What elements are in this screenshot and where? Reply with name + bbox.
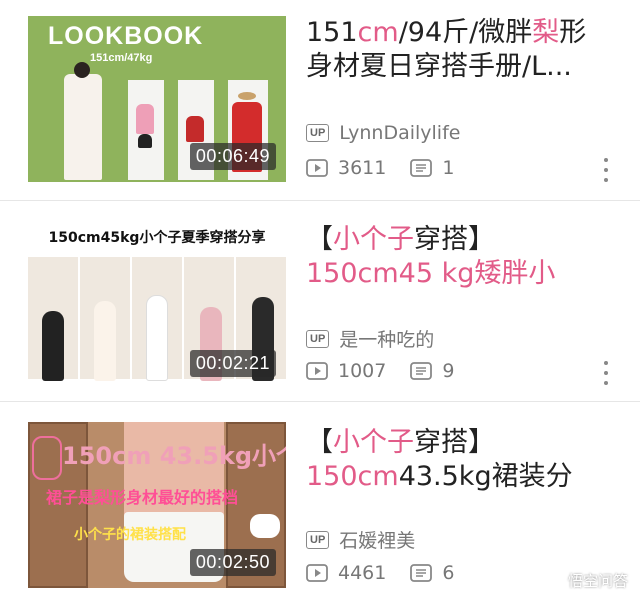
title-highlight: 小个子: [333, 224, 414, 255]
title-text: 【: [306, 224, 333, 255]
comment-count: 1: [410, 157, 454, 179]
comment-count-value: 6: [442, 562, 455, 584]
model-figure: [186, 116, 204, 142]
play-count: 1007: [306, 360, 386, 382]
video-title[interactable]: 【小个子穿搭】150cm45 kg矮胖小个...: [306, 223, 606, 291]
video-stats: 4461 6: [306, 562, 478, 584]
title-highlight: 梨: [532, 17, 560, 48]
video-stats: 1007 9: [306, 360, 478, 382]
watermark: 悟空问答: [539, 569, 628, 591]
author-name: 是一种吃的: [339, 329, 435, 351]
thumbnail-line: 小个子的裙装搭配: [74, 527, 186, 543]
title-text: 穿搭】: [414, 427, 495, 458]
title-text: 151: [306, 17, 358, 48]
title-highlight: 150cm: [306, 461, 399, 492]
model-figure: [138, 134, 152, 148]
comment-count-value: 1: [442, 157, 455, 179]
model-figure: [238, 92, 256, 100]
title-text: 穿搭】: [414, 224, 495, 255]
comment-count: 6: [410, 562, 454, 584]
video-author[interactable]: UP LynnDailylife: [306, 122, 460, 144]
comment-count: 9: [410, 360, 454, 382]
up-badge: UP: [306, 329, 330, 348]
play-count-value: 1007: [338, 360, 387, 382]
model-figure: [136, 104, 154, 134]
play-count: 3611: [306, 157, 386, 179]
play-icon: [306, 564, 328, 582]
model-figure: [64, 74, 102, 180]
title-highlight: 小个子: [333, 427, 414, 458]
wukong-logo-icon: [539, 569, 562, 591]
video-author[interactable]: UP 是一种吃的: [306, 325, 434, 352]
thumbnail-subtitle: 151cm/47kg: [90, 52, 153, 64]
video-title[interactable]: 151cm/94斤/微胖梨形身材夏日穿搭手册/L...: [306, 16, 606, 84]
play-count-value: 3611: [338, 157, 387, 179]
thumbnail-title: LOOKBOOK: [48, 22, 204, 50]
thumbnail-banner: 150cm45kg小个子夏季穿搭分享: [28, 223, 286, 253]
video-list: LOOKBOOK 151cm/47kg 00:06:49 151cm/94斤/微…: [0, 0, 640, 601]
author-name: LynnDailylife: [339, 122, 461, 144]
video-thumbnail[interactable]: 150cm 43.5kg小个子 裙子是梨形身材最好的搭档 小个子的裙装搭配 00…: [28, 422, 286, 588]
video-duration: 00:02:50: [189, 549, 276, 576]
model-figure: [146, 295, 168, 381]
video-thumbnail[interactable]: LOOKBOOK 151cm/47kg 00:06:49: [28, 16, 286, 182]
play-icon: [306, 362, 328, 380]
title-text: /94斤/微胖: [398, 17, 533, 48]
up-badge: UP: [306, 530, 330, 549]
video-stats: 3611 1: [306, 157, 478, 179]
comment-count-value: 9: [442, 360, 455, 382]
play-icon: [306, 159, 328, 177]
video-card[interactable]: 150cm45kg小个子夏季穿搭分享 00:02:21 【小个子穿搭】150cm…: [0, 200, 640, 401]
more-options-icon[interactable]: [602, 158, 610, 182]
comment-icon: [410, 159, 433, 177]
thumbnail-line: 150cm 43.5kg小个子: [62, 442, 286, 470]
comment-icon: [410, 564, 433, 582]
play-count: 4461: [306, 562, 386, 584]
up-badge: UP: [306, 124, 330, 142]
video-duration: 00:02:21: [189, 350, 276, 377]
decor-sticker: [250, 514, 280, 538]
more-options-icon[interactable]: [602, 361, 610, 385]
watermark-text: 悟空问答: [567, 571, 628, 590]
video-card[interactable]: LOOKBOOK 151cm/47kg 00:06:49 151cm/94斤/微…: [0, 0, 640, 200]
thumbnail-line: 裙子是梨形身材最好的搭档: [46, 488, 239, 507]
title-highlight: 150cm45 kg矮胖: [306, 258, 529, 289]
author-name: 石媛裡美: [339, 530, 416, 552]
video-author[interactable]: UP 石媛裡美: [306, 526, 415, 553]
comment-icon: [410, 362, 433, 380]
model-figure: [74, 62, 90, 78]
video-title[interactable]: 【小个子穿搭】150cm43.5kg裙装分享/梨形...: [306, 426, 606, 494]
video-thumbnail[interactable]: 150cm45kg小个子夏季穿搭分享 00:02:21: [28, 223, 286, 389]
model-figure: [94, 301, 116, 381]
video-duration: 00:06:49: [189, 143, 276, 170]
model-figure: [42, 311, 64, 381]
play-count-value: 4461: [338, 562, 387, 584]
title-highlight: cm: [357, 17, 399, 48]
decor-badge: [32, 436, 62, 480]
title-text: 【: [306, 427, 333, 458]
